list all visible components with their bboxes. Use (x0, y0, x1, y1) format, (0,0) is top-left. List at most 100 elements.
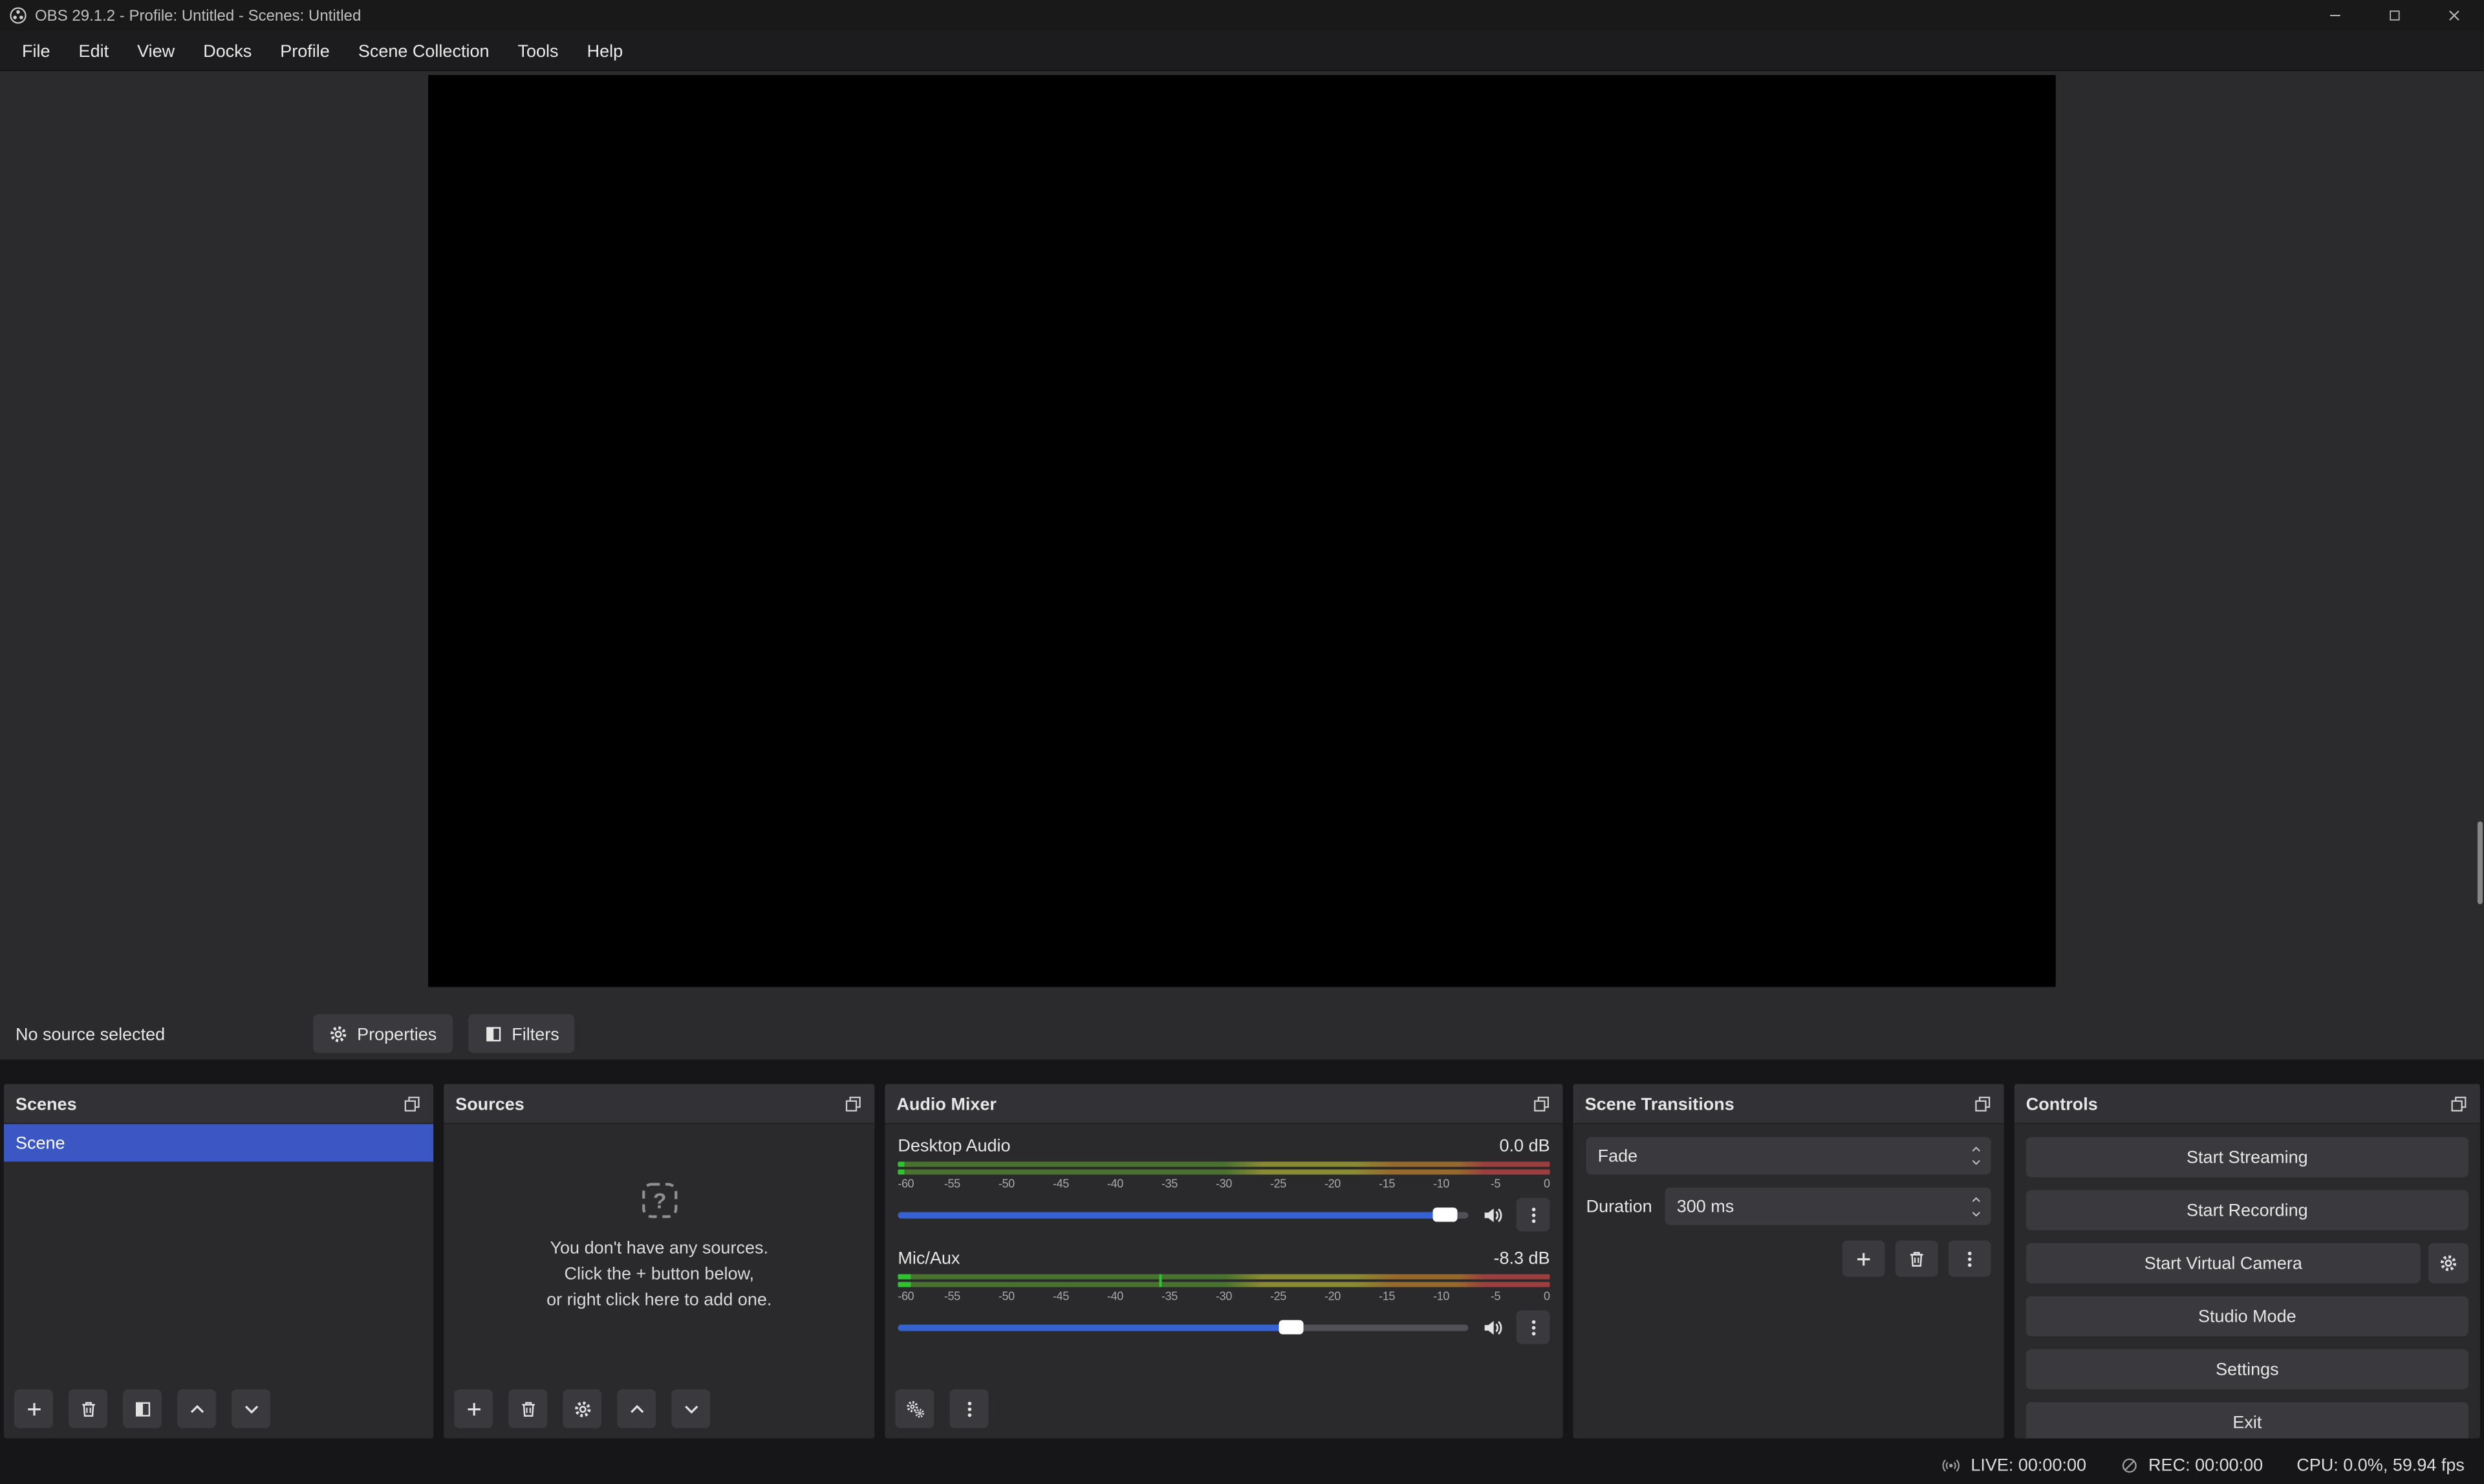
titlebar: OBS 29.1.2 - Profile: Untitled - Scenes:… (0, 0, 2484, 31)
slider-handle[interactable] (1279, 1320, 1304, 1335)
advanced-audio-button[interactable] (895, 1390, 934, 1428)
controls-body: Start Streaming Start Recording Start Vi… (2014, 1124, 2480, 1438)
audio-mixer-panel-title: Audio Mixer (896, 1093, 997, 1113)
move-source-up-button[interactable] (617, 1390, 656, 1428)
meter-tick-label: -10 (1433, 1177, 1449, 1190)
volume-slider[interactable] (898, 1311, 1468, 1344)
plus-icon (1854, 1249, 1874, 1268)
slider-handle[interactable] (1433, 1207, 1458, 1221)
menubar: File Edit View Docks Profile Scene Colle… (0, 31, 2484, 71)
start-streaming-button[interactable]: Start Streaming (2026, 1137, 2468, 1177)
volume-slider[interactable] (898, 1198, 1468, 1231)
live-status-text: LIVE: 00:00:00 (1971, 1456, 2086, 1475)
audio-mixer-popout-button[interactable] (1532, 1093, 1551, 1113)
channel-options-button[interactable] (1517, 1198, 1550, 1231)
move-scene-down-button[interactable] (232, 1390, 270, 1428)
kebab-icon (1524, 1205, 1543, 1224)
sources-popout-button[interactable] (843, 1093, 863, 1113)
meter-tick-label: -10 (1433, 1289, 1449, 1302)
remove-transition-button[interactable] (1895, 1240, 1938, 1276)
meter-tick-label: -50 (999, 1177, 1015, 1190)
sources-empty-line: You don't have any sources. (550, 1235, 768, 1262)
controls-panel-title: Controls (2026, 1093, 2098, 1113)
menu-item-profile[interactable]: Profile (266, 34, 344, 67)
meter-tick-label: -20 (1324, 1177, 1341, 1190)
channel-level: -8.3 dB (1494, 1248, 1550, 1267)
close-button[interactable] (2425, 0, 2484, 31)
minimize-button[interactable] (2306, 0, 2365, 31)
meter-bar (898, 1161, 1550, 1167)
meter-tick-label: -30 (1216, 1289, 1232, 1302)
transition-select[interactable]: Fade (1586, 1137, 1991, 1174)
program-canvas[interactable] (428, 75, 2056, 987)
menu-item-scene-collection[interactable]: Scene Collection (344, 34, 504, 67)
popout-icon (402, 1093, 422, 1113)
scene-item[interactable]: Scene (4, 1124, 433, 1161)
scene-filters-button[interactable] (123, 1390, 162, 1428)
channel-options-button[interactable] (1517, 1311, 1550, 1344)
scene-transitions-popout-button[interactable] (1973, 1093, 1993, 1113)
scrollbar-thumb[interactable] (2478, 821, 2483, 904)
filter-icon (483, 1024, 502, 1043)
mute-button[interactable] (1482, 1203, 1504, 1225)
menu-item-help[interactable]: Help (573, 34, 638, 67)
add-transition-button[interactable] (1842, 1240, 1885, 1276)
filters-button-label: Filters (512, 1024, 559, 1043)
controls-popout-button[interactable] (2449, 1093, 2468, 1113)
sources-empty-line: Click the + button below, (564, 1261, 754, 1287)
virtual-camera-settings-button[interactable] (2428, 1243, 2468, 1283)
add-scene-button[interactable] (14, 1390, 53, 1428)
properties-button-label: Properties (357, 1024, 437, 1043)
mixer-options-button[interactable] (949, 1390, 988, 1428)
transition-options-button[interactable] (1949, 1240, 1991, 1276)
duration-spin-down-button[interactable] (1970, 1207, 1982, 1220)
scene-item-label: Scene (16, 1133, 65, 1152)
add-source-button[interactable] (454, 1390, 493, 1428)
audio-mixer-panel-header: Audio Mixer (885, 1084, 1562, 1124)
scenes-popout-button[interactable] (402, 1093, 422, 1113)
properties-button[interactable]: Properties (313, 1014, 452, 1053)
plus-icon (24, 1399, 43, 1419)
performance-stats-text: CPU: 0.0%, 59.94 fps (2296, 1456, 2465, 1475)
kebab-icon (959, 1399, 978, 1419)
meter-active-level (898, 1161, 904, 1167)
trash-icon (1907, 1249, 1927, 1268)
meter-scale: -60-55-50-45-40-35-30-25-20-15-10-50 (898, 1177, 1550, 1192)
menu-item-tools[interactable]: Tools (504, 34, 573, 67)
window-controls (2306, 0, 2484, 31)
remove-scene-button[interactable] (69, 1390, 107, 1428)
duration-spinbox[interactable]: 300 ms (1665, 1187, 1991, 1225)
chevron-down-icon (681, 1399, 700, 1419)
meter-active-level (898, 1274, 911, 1279)
speaker-icon (1482, 1203, 1504, 1225)
minimize-icon (2326, 6, 2344, 25)
meter-tick-label: -25 (1270, 1289, 1286, 1302)
statusbar: LIVE: 00:00:00 REC: 00:00:00 CPU: 0.0%, … (0, 1446, 2484, 1484)
exit-button[interactable]: Exit (2026, 1403, 2468, 1439)
menu-item-docks[interactable]: Docks (189, 34, 266, 67)
start-recording-button[interactable]: Start Recording (2026, 1190, 2468, 1230)
spinner-arrows (1965, 1192, 1991, 1220)
studio-mode-button[interactable]: Studio Mode (2026, 1296, 2468, 1337)
menu-item-view[interactable]: View (123, 34, 189, 67)
scene-transitions-body: Fade Duration 300 ms (1573, 1124, 2004, 1276)
remove-source-button[interactable] (508, 1390, 547, 1428)
scene-list: Scene (4, 1124, 433, 1161)
source-properties-button[interactable] (563, 1390, 601, 1428)
mute-button[interactable] (1482, 1317, 1504, 1339)
menu-item-edit[interactable]: Edit (65, 34, 124, 67)
scenes-panel: Scenes Scene (4, 1084, 433, 1438)
menu-item-file[interactable]: File (8, 34, 65, 67)
sources-empty-state[interactable]: You don't have any sources. Click the + … (444, 1124, 874, 1382)
start-virtual-camera-button[interactable]: Start Virtual Camera (2026, 1243, 2421, 1283)
settings-button[interactable]: Settings (2026, 1350, 2468, 1390)
filters-button[interactable]: Filters (468, 1014, 575, 1053)
meter-tick-label: 0 (1544, 1177, 1550, 1190)
maximize-button[interactable] (2365, 0, 2425, 31)
channel-head: Mic/Aux -8.3 dB (898, 1248, 1550, 1267)
move-source-down-button[interactable] (671, 1390, 710, 1428)
gear-icon (2439, 1253, 2458, 1273)
duration-spin-up-button[interactable] (1970, 1192, 1982, 1205)
meter-tick-label: 0 (1544, 1289, 1550, 1302)
move-scene-up-button[interactable] (177, 1390, 216, 1428)
